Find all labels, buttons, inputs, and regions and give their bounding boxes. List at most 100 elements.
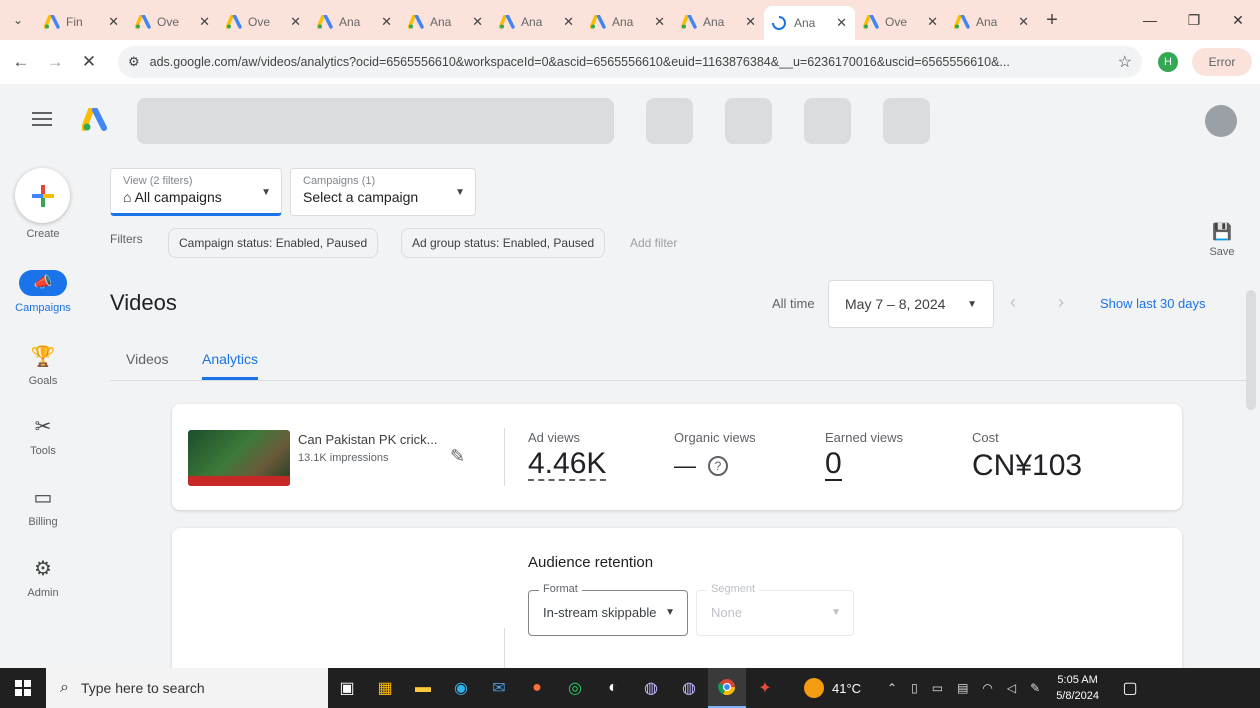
- battery-icon[interactable]: ▭: [932, 681, 943, 695]
- browser-tab[interactable]: Ove ✕: [855, 6, 946, 38]
- chrome-icon[interactable]: [708, 668, 746, 708]
- url-text[interactable]: ads.google.com/aw/videos/analytics?ocid=…: [150, 55, 1118, 69]
- chevron-up-icon[interactable]: ⌃: [887, 681, 897, 695]
- header-button-placeholder[interactable]: [804, 98, 851, 144]
- show-last-30-days-link[interactable]: Show last 30 days: [1100, 296, 1206, 311]
- page-scrollbar[interactable]: [1246, 290, 1256, 410]
- app-icon[interactable]: ◐: [594, 668, 632, 708]
- close-window-button[interactable]: ✕: [1216, 0, 1260, 40]
- browser-tab[interactable]: Ana ✕: [400, 6, 491, 38]
- search-bar-placeholder[interactable]: [137, 98, 614, 144]
- close-tab-icon[interactable]: ✕: [108, 14, 119, 30]
- edge-icon[interactable]: ◉: [442, 668, 480, 708]
- whatsapp-icon[interactable]: ◎: [556, 668, 594, 708]
- task-view-icon[interactable]: ▣: [328, 668, 366, 708]
- close-tab-icon[interactable]: ✕: [836, 15, 847, 31]
- wifi-icon[interactable]: ◠: [982, 681, 992, 695]
- nav-admin[interactable]: ⚙ Admin: [0, 556, 86, 599]
- close-tab-icon[interactable]: ✕: [199, 14, 210, 30]
- nav-campaigns[interactable]: 📣 Campaigns: [0, 270, 86, 314]
- app-icon[interactable]: ✦: [746, 668, 784, 708]
- clock[interactable]: 5:05 AM 5/8/2024: [1056, 672, 1099, 704]
- close-tab-icon[interactable]: ✕: [654, 14, 665, 30]
- browser-tab[interactable]: Ana ✕: [673, 6, 764, 38]
- header-button-placeholder[interactable]: [883, 98, 930, 144]
- prev-period-chevron-icon[interactable]: ‹: [1010, 292, 1016, 313]
- address-bar[interactable]: ⚙ ads.google.com/aw/videos/analytics?oci…: [118, 46, 1142, 78]
- browser-tab[interactable]: Ana ✕: [309, 6, 400, 38]
- bookmark-star-icon[interactable]: ☆: [1118, 52, 1132, 72]
- metric-value[interactable]: 0: [825, 449, 842, 481]
- create-button[interactable]: [15, 168, 70, 223]
- tab-search-button[interactable]: ⌄: [0, 0, 36, 40]
- browser-tab[interactable]: Fin ✕: [36, 6, 127, 38]
- volume-icon[interactable]: ◁: [1007, 681, 1016, 695]
- dropdown-arrow-icon: ▼: [831, 607, 841, 618]
- date-range-picker[interactable]: May 7 – 8, 2024 ▼: [828, 280, 994, 328]
- header-button-placeholder[interactable]: [646, 98, 693, 144]
- ms-store-icon[interactable]: ▦: [366, 668, 404, 708]
- edit-pencil-icon[interactable]: ✎: [450, 446, 465, 467]
- browser-tab[interactable]: Ove ✕: [218, 6, 309, 38]
- browser-tab[interactable]: Ana ✕: [582, 6, 673, 38]
- close-tab-icon[interactable]: ✕: [381, 14, 392, 30]
- browser-tab[interactable]: Ana ✕: [491, 6, 582, 38]
- notification-icon[interactable]: ▢: [1111, 668, 1149, 708]
- close-tab-icon[interactable]: ✕: [472, 14, 483, 30]
- tray-icon[interactable]: ▯: [911, 681, 918, 695]
- metric-ad-views: Ad views 4.46K: [528, 430, 607, 481]
- google-ads-logo-icon[interactable]: [82, 108, 108, 132]
- close-tab-icon[interactable]: ✕: [927, 14, 938, 30]
- pen-icon[interactable]: ✎: [1030, 681, 1040, 695]
- tab-videos[interactable]: Videos: [126, 351, 169, 367]
- maximize-button[interactable]: ❐: [1172, 0, 1216, 40]
- browser-tab[interactable]: Ana ✕: [764, 6, 855, 40]
- weather-widget[interactable]: 41°C: [804, 678, 861, 698]
- video-title[interactable]: Can Pakistan PK crick...: [298, 432, 444, 447]
- browser-tab[interactable]: Ove ✕: [127, 6, 218, 38]
- firefox-icon[interactable]: ●: [518, 668, 556, 708]
- help-icon[interactable]: ?: [708, 456, 728, 476]
- close-tab-icon[interactable]: ✕: [290, 14, 301, 30]
- close-tab-icon[interactable]: ✕: [1018, 14, 1029, 30]
- tab-analytics[interactable]: Analytics: [202, 351, 259, 380]
- windows-start-icon[interactable]: [0, 668, 46, 708]
- profile-avatar[interactable]: H: [1158, 52, 1178, 72]
- close-tab-icon[interactable]: ✕: [745, 14, 756, 30]
- campaign-select-dropdown[interactable]: Campaigns (1) Select a campaign ▼: [290, 168, 476, 216]
- metric-label: Organic views: [674, 430, 756, 445]
- close-tab-icon[interactable]: ✕: [563, 14, 574, 30]
- new-tab-button[interactable]: +: [1037, 9, 1067, 32]
- nav-tools[interactable]: ✂ Tools: [0, 414, 86, 457]
- file-explorer-icon[interactable]: ▬: [404, 668, 442, 708]
- taskbar-search-box[interactable]: ⌕ Type here to search: [46, 668, 328, 708]
- view-filter-dropdown[interactable]: View (2 filters) ⌂ All campaigns ▼: [110, 168, 282, 216]
- save-button[interactable]: 💾 Save: [1206, 222, 1238, 258]
- google-ads-favicon-icon: [953, 14, 970, 29]
- video-thumbnail[interactable]: [188, 430, 290, 486]
- app-icon[interactable]: ◍: [670, 668, 708, 708]
- tray-icon[interactable]: ▤: [957, 681, 968, 695]
- nav-billing[interactable]: ▭ Billing: [0, 485, 86, 528]
- nav-goals[interactable]: 🏆 Goals: [0, 344, 86, 387]
- metric-value[interactable]: 4.46K: [528, 449, 607, 481]
- filter-chip-adgroup-status[interactable]: Ad group status: Enabled, Paused: [401, 228, 606, 258]
- format-dropdown[interactable]: Format In-stream skippable ▼: [528, 583, 688, 636]
- error-button[interactable]: Error: [1192, 48, 1252, 76]
- segment-dropdown[interactable]: Segment None ▼: [696, 583, 854, 636]
- mail-icon[interactable]: ✉: [480, 668, 518, 708]
- minimize-button[interactable]: —: [1128, 0, 1172, 40]
- forward-button[interactable]: →: [38, 45, 72, 79]
- stop-loading-button[interactable]: ✕: [72, 45, 106, 79]
- back-button[interactable]: ←: [4, 45, 38, 79]
- site-info-icon[interactable]: ⚙: [128, 54, 140, 70]
- next-period-chevron-icon[interactable]: ›: [1058, 292, 1064, 313]
- filter-chip-campaign-status[interactable]: Campaign status: Enabled, Paused: [168, 228, 379, 258]
- hamburger-menu-icon[interactable]: [32, 112, 52, 126]
- account-avatar[interactable]: [1205, 105, 1237, 137]
- app-icon[interactable]: ◍: [632, 668, 670, 708]
- header-button-placeholder[interactable]: [725, 98, 772, 144]
- browser-tab[interactable]: Ana ✕: [946, 6, 1037, 38]
- building-icon: ⌂: [123, 189, 132, 205]
- add-filter-button[interactable]: Add filter: [630, 236, 677, 250]
